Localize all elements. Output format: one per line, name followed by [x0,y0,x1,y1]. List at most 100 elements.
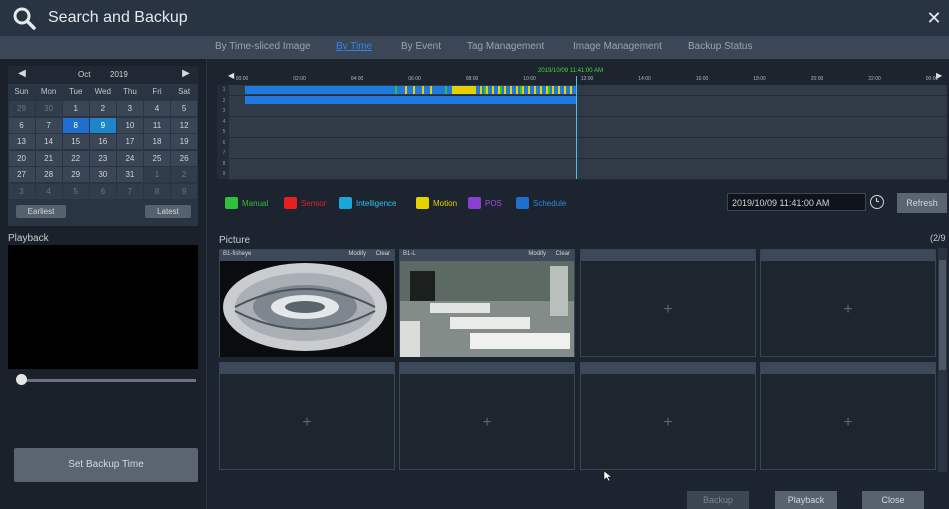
playback-slider-track[interactable] [18,379,196,382]
calendar-day[interactable]: 6 [89,183,116,199]
datetime-field[interactable]: 2019/10/09 11:41:00 AM [727,193,866,211]
legend-intelligence[interactable]: Intelligence [339,196,396,210]
calendar-day[interactable]: 16 [89,134,116,149]
calendar-day[interactable]: 30 [89,167,116,182]
add-channel-icon[interactable]: + [761,261,935,358]
latest-button[interactable]: Latest [145,205,191,218]
calendar-day[interactable]: 14 [35,134,62,149]
set-backup-time-button[interactable]: Set Backup Time [14,448,198,482]
picture-cell[interactable]: B1-fisheye Modify Clear [219,249,395,357]
add-channel-icon[interactable]: + [400,374,574,471]
page-count: (2/9 [930,233,946,243]
add-channel-icon[interactable]: + [761,374,935,471]
calendar-day[interactable]: 2 [89,101,116,116]
calendar-day[interactable]: 27 [8,167,35,182]
picture-cell[interactable]: B1-L Modify Clear [399,249,575,357]
refresh-button[interactable]: Refresh [897,193,947,213]
calendar-day[interactable]: 3 [116,101,143,116]
calendar-day[interactable]: 8 [62,117,89,133]
calendar-day[interactable]: 10 [116,117,143,133]
calendar-day[interactable]: 4 [144,101,170,116]
calendar-day[interactable]: 7 [35,117,62,133]
timeline-row[interactable] [229,127,947,138]
timeline-left-arrow-icon[interactable]: ◀ [228,71,234,80]
add-channel-icon[interactable]: + [220,374,394,471]
calendar-day[interactable]: 24 [116,150,143,166]
calendar-day[interactable]: 4 [35,183,62,199]
backup-button[interactable]: Backup [687,491,749,509]
calendar-day[interactable]: 5 [171,101,198,116]
legend-motion[interactable]: Motion [416,196,457,210]
tab-by-time[interactable]: By Time [336,41,372,52]
tab-by-event[interactable]: By Event [401,41,441,52]
calendar-day[interactable]: 12 [171,117,198,133]
calendar-day[interactable]: 11 [144,117,170,133]
next-month-icon[interactable]: ▶ [178,68,194,82]
close-icon[interactable]: ✕ [924,8,944,28]
calendar-day[interactable]: 1 [144,167,170,182]
calendar-day[interactable]: 30 [35,101,62,116]
picture-cell[interactable]: + [219,362,395,470]
calendar-day[interactable]: 23 [89,150,116,166]
legend-schedule[interactable]: Schedule [516,196,566,210]
timeline-row[interactable] [229,148,947,159]
picture-cell[interactable]: + [399,362,575,470]
timeline-row[interactable] [229,158,947,170]
modify-link[interactable]: Modify [528,251,546,257]
calendar-day[interactable]: 22 [62,150,89,166]
picture-cell[interactable]: + [580,362,756,470]
calendar-day[interactable]: 3 [8,183,35,199]
playback-button[interactable]: Playback [775,491,837,509]
tab-by-time-sliced-image[interactable]: By Time-sliced Image [215,41,311,52]
clear-link[interactable]: Clear [376,251,390,257]
add-channel-icon[interactable]: + [581,261,755,358]
calendar-day[interactable]: 26 [171,150,198,166]
calendar-day[interactable]: 17 [116,134,143,149]
prev-month-icon[interactable]: ◀ [14,68,30,82]
picture-cell[interactable]: + [760,249,936,357]
calendar-day[interactable]: 25 [144,150,170,166]
add-channel-icon[interactable]: + [581,374,755,471]
calendar-day[interactable]: 21 [35,150,62,166]
picture-cell[interactable]: + [760,362,936,470]
tab-tag-management[interactable]: Tag Management [467,41,544,52]
clock-icon[interactable] [870,195,884,209]
fisheye-camera-snapshot[interactable] [220,261,394,357]
legend-pos[interactable]: POS [468,196,502,210]
calendar-day[interactable]: 20 [8,150,35,166]
calendar-day[interactable]: 31 [116,167,143,182]
playback-screen[interactable] [8,245,198,369]
calendar-day[interactable]: 29 [8,101,35,116]
tab-backup-status[interactable]: Backup Status [688,41,752,52]
picture-scroll-thumb[interactable] [939,260,946,370]
playback-slider-thumb[interactable] [16,374,27,385]
calendar-day[interactable]: 7 [116,183,143,199]
calendar-day[interactable]: 2 [171,167,198,182]
picture-cell[interactable]: + [580,249,756,357]
timeline-row[interactable] [229,106,947,117]
calendar-day[interactable]: 1 [62,101,89,116]
calendar-day[interactable]: 28 [35,167,62,182]
legend-sensor[interactable]: Sensor [284,196,326,210]
clear-link[interactable]: Clear [556,251,570,257]
calendar-day[interactable]: 5 [62,183,89,199]
legend-manual[interactable]: Manual [225,196,268,210]
timeline-row[interactable] [229,116,947,128]
calendar-day[interactable]: 6 [8,117,35,133]
timeline-cursor[interactable] [576,76,577,179]
calendar-day[interactable]: 13 [8,134,35,149]
calendar-day[interactable]: 8 [144,183,170,199]
calendar-day[interactable]: 15 [62,134,89,149]
timeline-row[interactable] [229,137,947,149]
earliest-button[interactable]: Earliest [16,205,66,218]
tab-image-management[interactable]: Image Management [573,41,662,52]
calendar-day[interactable]: 19 [171,134,198,149]
calendar-day[interactable]: 9 [89,117,116,133]
timeline-row[interactable] [229,169,947,180]
close-button[interactable]: Close [862,491,924,509]
room-camera-snapshot[interactable] [400,261,574,357]
calendar-day[interactable]: 9 [171,183,198,199]
calendar-day[interactable]: 29 [62,167,89,182]
modify-link[interactable]: Modify [348,251,366,257]
calendar-day[interactable]: 18 [144,134,170,149]
